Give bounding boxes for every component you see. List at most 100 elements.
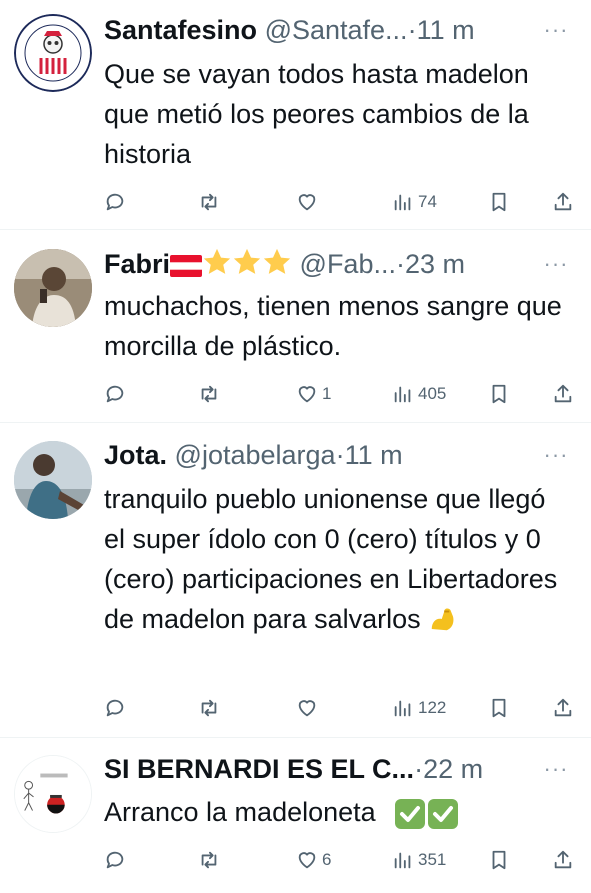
tweet-text: Que se vayan todos hasta madelon que met… [104, 59, 529, 169]
bookmark-button[interactable] [488, 845, 510, 875]
bookmark-icon [492, 384, 506, 404]
reply-icon [106, 699, 124, 717]
like-button[interactable]: 6 [296, 845, 331, 875]
avatar[interactable] [14, 14, 92, 92]
like-button[interactable] [296, 187, 322, 217]
austria-flag-emoji [170, 249, 203, 283]
tweet-header: SI BERNARDI ES EL C...·22 m [104, 752, 531, 786]
avatar[interactable] [14, 249, 92, 327]
tweet-1[interactable]: Santafesino @Santafe...·11 m ··· Que se … [0, 0, 591, 228]
more-options-icon[interactable]: ··· [543, 253, 569, 275]
photo-avatar-icon [14, 249, 92, 327]
star-emoji [232, 247, 262, 285]
bookmark-icon [492, 698, 506, 718]
heart-icon [298, 852, 316, 869]
views-chart-icon [394, 386, 411, 403]
reply-icon [106, 193, 124, 211]
reply-icon [106, 851, 124, 869]
share-button[interactable] [552, 379, 574, 409]
star-emoji [202, 247, 232, 285]
photo-avatar-icon [14, 441, 92, 519]
share-button[interactable] [552, 845, 574, 875]
display-name[interactable]: Fabri [104, 249, 170, 279]
retweet-button[interactable] [198, 379, 224, 409]
share-button[interactable] [552, 693, 574, 723]
timestamp[interactable]: 22 m [423, 754, 483, 784]
tweet-text: Arranco la madeloneta [104, 797, 376, 827]
retweet-button[interactable] [198, 845, 224, 875]
user-handle[interactable]: @Fab... [300, 249, 396, 279]
reply-button[interactable] [104, 187, 130, 217]
flexed-biceps-emoji [428, 601, 458, 641]
views-button[interactable]: 74 [392, 187, 437, 217]
more-options-icon[interactable]: ··· [543, 758, 569, 780]
views-button[interactable]: 405 [392, 379, 446, 409]
bookmark-button[interactable] [488, 379, 510, 409]
reply-button[interactable] [104, 693, 130, 723]
timestamp[interactable]: 11 m [417, 15, 475, 45]
separator-dot: · [407, 15, 417, 45]
reply-icon [106, 385, 124, 403]
tweet-text: muchachos, tienen menos sangre que morci… [104, 291, 562, 361]
tweet-header: Santafesino @Santafe...·11 m [104, 13, 531, 47]
tweet-3[interactable]: Jota. @jotabelarga·11 m ··· tranquilo pu… [0, 423, 591, 736]
display-name[interactable]: Santafesino [104, 15, 257, 45]
action-bar: 6 351 [0, 845, 591, 875]
tweet-text: tranquilo pueblo unionense que llegó el … [104, 484, 558, 634]
separator-dot: · [395, 249, 405, 280]
timestamp[interactable]: 23 m [405, 249, 465, 279]
tweet-text-container: Arranco la madeloneta [104, 792, 573, 832]
heart-icon [298, 700, 316, 717]
views-button[interactable]: 122 [392, 693, 446, 723]
views-chart-icon [394, 194, 411, 211]
reply-button[interactable] [104, 845, 130, 875]
bookmark-button[interactable] [488, 693, 510, 723]
like-button[interactable]: 1 [296, 379, 331, 409]
bookmark-icon [492, 850, 506, 870]
tweet-header: Jota. @jotabelarga·11 m [104, 438, 531, 472]
avatar[interactable] [14, 755, 92, 833]
tweet-header: Fabri @Fab...·23 m [104, 247, 531, 285]
heart-icon [298, 386, 316, 403]
action-bar: 1 405 [0, 379, 591, 409]
display-name[interactable]: Jota. [104, 440, 167, 470]
views-chart-icon [394, 852, 411, 869]
more-options-icon[interactable]: ··· [543, 444, 569, 466]
retweet-icon [201, 385, 217, 403]
share-icon [554, 192, 572, 211]
star-emoji [262, 247, 292, 285]
check-mark-button-emoji [395, 798, 426, 829]
share-button[interactable] [552, 187, 574, 217]
retweet-icon [201, 851, 217, 869]
retweet-icon [201, 193, 217, 211]
separator-dot: · [335, 440, 345, 470]
tweet-4[interactable]: SI BERNARDI ES EL C...·22 m ··· Arranco … [0, 738, 591, 893]
tweet-text-container: tranquilo pueblo unionense que llegó el … [104, 479, 573, 641]
display-name[interactable]: SI BERNARDI ES EL C... [104, 754, 414, 784]
retweet-button[interactable] [198, 187, 224, 217]
views-chart-icon [394, 700, 411, 717]
separator-dot: · [414, 754, 424, 784]
share-icon [554, 384, 572, 403]
bookmark-icon [492, 192, 506, 212]
action-bar: 122 [0, 693, 591, 723]
reply-button[interactable] [104, 379, 130, 409]
action-bar: 74 [0, 187, 591, 217]
heart-icon [298, 194, 316, 211]
bookmark-button[interactable] [488, 187, 510, 217]
timestamp[interactable]: 11 m [345, 440, 403, 470]
share-icon [554, 698, 572, 717]
views-button[interactable]: 351 [392, 845, 446, 875]
avatar[interactable] [14, 441, 92, 519]
team-logo-avatar-icon [14, 14, 92, 92]
drawing-avatar-icon [15, 756, 91, 832]
retweet-icon [201, 699, 217, 717]
check-mark-button-emoji [428, 798, 459, 829]
user-handle[interactable]: @Santafe... [265, 15, 408, 45]
like-button[interactable] [296, 693, 322, 723]
tweet-2[interactable]: Fabri @Fab...·23 m ··· muchachos, tienen… [0, 230, 591, 422]
more-options-icon[interactable]: ··· [543, 19, 569, 41]
user-handle[interactable]: @jotabelarga [175, 440, 336, 470]
retweet-button[interactable] [198, 693, 224, 723]
share-icon [554, 850, 572, 869]
